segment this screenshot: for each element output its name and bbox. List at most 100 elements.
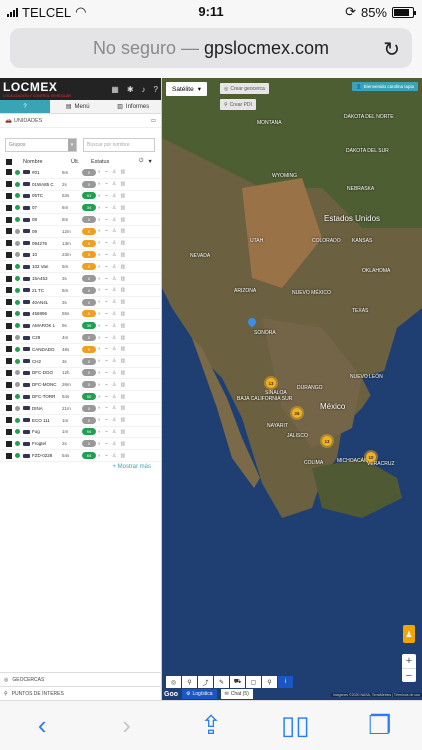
chart-icon[interactable]: ▥	[121, 429, 126, 435]
tabs-icon[interactable]: ❐	[360, 708, 400, 744]
tab-help[interactable]: ?	[0, 100, 50, 114]
row-checkbox[interactable]	[6, 181, 12, 188]
chart-icon[interactable]: ▥	[121, 453, 126, 459]
help-icon[interactable]: ?	[154, 85, 158, 94]
chart-icon[interactable]: ▥	[121, 181, 126, 187]
layers-icon[interactable]: ▢	[246, 676, 261, 688]
ruler-icon[interactable]: ✎	[214, 676, 229, 688]
table-row[interactable]: 01WA85 C 2s 0 ◐ ⌁ ♙ ▥	[0, 179, 161, 191]
row-checkbox[interactable]	[6, 192, 12, 199]
back-icon[interactable]: ‹	[22, 708, 62, 744]
chart-icon[interactable]: ▥	[121, 394, 126, 400]
welcome-badge[interactable]: 👤 Bienvenido carolina tapia	[352, 82, 418, 91]
logistica-button[interactable]: ⚙ Logística	[182, 689, 217, 699]
unit-name[interactable]: 456996	[32, 311, 62, 316]
table-row[interactable]: Fog 1m 94 ◐ ⌁ ♙ ▥	[0, 427, 161, 439]
unit-name[interactable]: CH2	[32, 359, 62, 364]
collapse-icon[interactable]: ▭	[151, 118, 156, 124]
table-row[interactable]: 10 23m 0 ◐ ⌁ ♙ ▥	[0, 250, 161, 262]
target-icon[interactable]: ◎	[166, 676, 181, 688]
row-checkbox[interactable]	[6, 334, 12, 341]
route-icon[interactable]: ⤴	[198, 676, 213, 688]
chart-icon[interactable]: ▥	[121, 335, 126, 341]
unit-name[interactable]: 07	[32, 205, 62, 210]
unit-name[interactable]: 10	[32, 252, 62, 257]
row-checkbox[interactable]	[6, 275, 12, 282]
chat-button[interactable]: ✉ Chat (5)	[220, 689, 253, 699]
grid-icon[interactable]: ▦	[111, 85, 119, 94]
table-row[interactable]: 08 6m 0 ◐ ⌁ ♙ ▥	[0, 214, 161, 226]
chart-icon[interactable]: ▥	[121, 299, 126, 305]
tab-reports[interactable]: ▥ Informes	[105, 100, 161, 114]
unit-name[interactable]: Fog	[32, 429, 62, 434]
map[interactable]: Satélite ▾ ◎ Crear geocerca ⚲ Crear PDI 👤 B…	[162, 78, 422, 700]
row-checkbox[interactable]	[6, 287, 12, 294]
table-row[interactable]: DFC-TORR 54s 50 ◐ ⌁ ♙ ▥	[0, 391, 161, 403]
unit-name[interactable]: 08	[32, 217, 62, 222]
row-checkbox[interactable]	[6, 358, 12, 365]
geocercas-link[interactable]: ◎ GEOCERCAS	[0, 672, 162, 686]
show-more-link[interactable]: + Mostrar más	[0, 462, 161, 472]
unit-name[interactable]: 40AN4L	[32, 300, 62, 305]
chart-icon[interactable]: ▥	[121, 323, 126, 329]
unit-name[interactable]: 09	[32, 229, 62, 234]
search-icon[interactable]: ⚲	[262, 676, 277, 688]
search-input[interactable]: Buscar por nombre	[83, 138, 155, 152]
chart-icon[interactable]: ▥	[121, 169, 126, 175]
row-checkbox[interactable]	[6, 428, 12, 435]
chart-icon[interactable]: ▥	[121, 346, 126, 352]
table-row[interactable]: C29 4m 0 ◐ ⌁ ♙ ▥	[0, 332, 161, 344]
row-checkbox[interactable]	[6, 405, 12, 412]
unit-name[interactable]: 102 Van	[32, 264, 62, 269]
chart-icon[interactable]: ▥	[121, 441, 126, 447]
chart-icon[interactable]: ▥	[121, 405, 126, 411]
table-row[interactable]: 102 Van 5m 0 ◐ ⌁ ♙ ▥	[0, 261, 161, 274]
row-checkbox[interactable]	[6, 381, 12, 388]
row-checkbox[interactable]	[6, 228, 12, 235]
bell-icon[interactable]: ♪	[142, 85, 146, 94]
table-row[interactable]: ECO 111 1m 0 ◐ ⌁ ♙ ▥	[0, 415, 161, 427]
table-row[interactable]: Frogtel 2s 0 ◐ ⌁ ♙ ▥	[0, 438, 161, 451]
unit-name[interactable]: CANDADO	[32, 347, 62, 352]
map-type-select[interactable]: Satélite ▾	[166, 82, 207, 96]
vehicle-cluster[interactable]: 10	[366, 452, 376, 462]
vehicle-cluster[interactable]: 13	[322, 436, 332, 446]
row-checkbox[interactable]	[6, 169, 12, 176]
unit-name[interactable]: DFC-MONC	[32, 382, 62, 387]
row-checkbox[interactable]	[6, 263, 12, 270]
create-geofence-button[interactable]: ◎ Crear geocerca	[220, 83, 269, 94]
unit-name[interactable]: 01WA85 C	[32, 182, 62, 187]
row-checkbox[interactable]	[6, 440, 12, 447]
unit-name[interactable]: #01	[32, 170, 62, 175]
table-row[interactable]: #01 6m 0 ◐ ⌁ ♙ ▥	[0, 167, 161, 179]
chart-icon[interactable]: ▥	[121, 217, 126, 223]
table-row[interactable]: 094276 13m 0 ◐ ⌁ ♙ ▥	[0, 238, 161, 250]
chart-icon[interactable]: ▥	[121, 193, 126, 199]
table-row[interactable]: CH2 3s 0 ◐ ⌁ ♙ ▥	[0, 356, 161, 368]
tab-menu[interactable]: ▤ Menú	[49, 100, 106, 114]
chart-icon[interactable]: ▥	[121, 417, 126, 423]
row-checkbox[interactable]	[6, 346, 12, 353]
col-name[interactable]: Nombre	[23, 159, 71, 165]
map-attribution[interactable]: Imágenes ©2020 NASA, TerraMetrics | Térm…	[330, 693, 422, 697]
table-row[interactable]: AMAROK L 9s 39 ◐ ⌁ ♙ ▥	[0, 320, 161, 333]
row-checkbox[interactable]	[6, 310, 12, 317]
unit-name[interactable]: FZD-0228	[32, 453, 62, 458]
address-bar[interactable]: No seguro — gpslocmex.com ↻	[10, 28, 412, 68]
table-row[interactable]: DINA 21m 0 ◐ ⌁ ♙ ▥	[0, 403, 161, 415]
zoom-in-button[interactable]: +	[402, 654, 416, 668]
table-row[interactable]: 15A453 3s 0 ◐ ⌁ ♙ ▥	[0, 273, 161, 285]
row-checkbox[interactable]	[6, 452, 12, 459]
table-row[interactable]: 07 6m 34 ◐ ⌁ ♙ ▥	[0, 202, 161, 215]
col-last[interactable]: Últ.	[71, 159, 91, 165]
group-select[interactable]: Grupos ▾	[5, 138, 77, 152]
unit-name[interactable]: Frogtel	[32, 441, 62, 446]
chart-icon[interactable]: ▥	[121, 252, 126, 258]
unit-name[interactable]: ECO 111	[32, 418, 62, 423]
vehicle-cluster[interactable]: 13	[266, 378, 276, 388]
row-checkbox[interactable]	[6, 216, 12, 223]
table-row[interactable]: DFC-DGO 12h 0 ◐ ⌁ ♙ ▥	[0, 368, 161, 380]
create-poi-button[interactable]: ⚲ Crear PDI	[220, 99, 256, 110]
forward-icon[interactable]: ›	[107, 708, 147, 744]
unit-name[interactable]: 21 TC	[32, 288, 62, 293]
